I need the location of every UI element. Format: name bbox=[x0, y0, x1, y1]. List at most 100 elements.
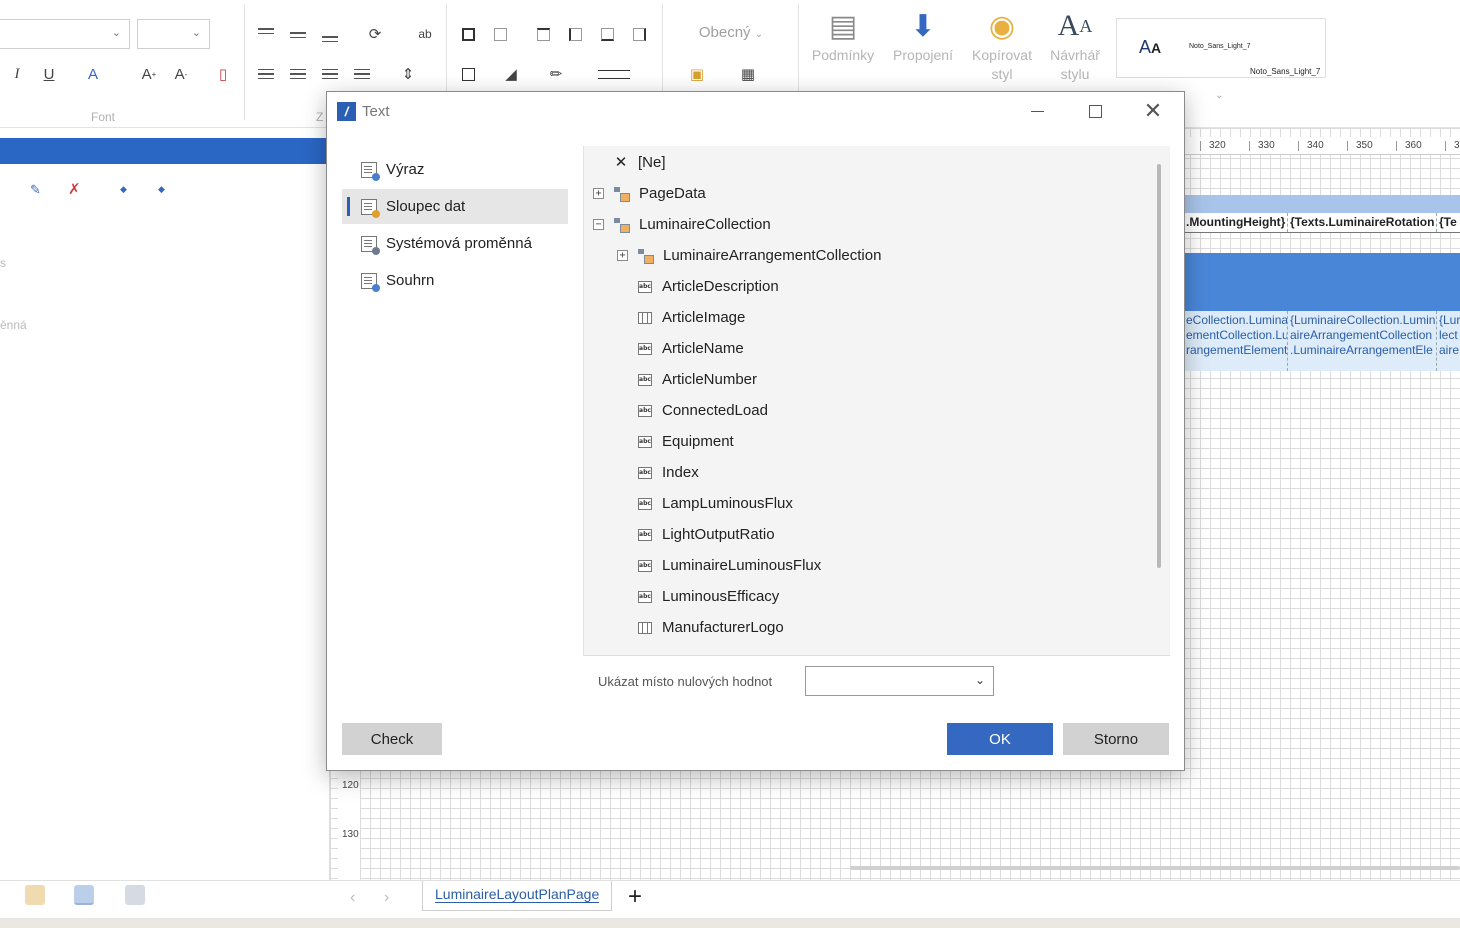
nav-item-system-variable[interactable]: Systémová proměnná bbox=[342, 226, 568, 261]
link-button[interactable]: ⬇ Propojení bbox=[888, 6, 958, 92]
align-bottom-icon[interactable] bbox=[319, 28, 341, 50]
align-middle-icon[interactable] bbox=[287, 24, 309, 46]
rotate-icon[interactable]: ⟳ bbox=[364, 23, 386, 45]
minimize-icon[interactable] bbox=[1019, 97, 1055, 125]
tree-item[interactable]: [Ne] bbox=[614, 147, 666, 178]
data-cell[interactable]: {Lur lect aire bbox=[1438, 311, 1460, 371]
align-left-icon[interactable] bbox=[255, 63, 277, 85]
horizontal-scrollbar[interactable] bbox=[850, 866, 1460, 870]
style-gallery[interactable]: AA Noto_Sans_Light_7 Noto_Sans_Light_7 bbox=[1116, 18, 1326, 78]
tree-item[interactable]: + PageData bbox=[593, 178, 706, 209]
expand-icon[interactable]: + bbox=[617, 250, 628, 261]
bottom-folder-icon[interactable] bbox=[25, 885, 45, 905]
nav-item-data-column[interactable]: Sloupec dat bbox=[342, 189, 568, 224]
tree-item[interactable]: ArticleNumber bbox=[638, 364, 757, 395]
column-header[interactable]: {Te bbox=[1438, 213, 1460, 232]
maximize-icon[interactable] bbox=[1077, 97, 1113, 125]
left-toolbar-delete-icon[interactable]: ✗ bbox=[68, 180, 81, 198]
nav-item-expression[interactable]: Výraz bbox=[342, 152, 568, 187]
border-none-icon[interactable] bbox=[489, 23, 511, 45]
font-size-select[interactable]: ⌄ bbox=[137, 19, 210, 49]
currency-icon[interactable]: ▣ bbox=[686, 63, 708, 85]
tree-item[interactable]: − LuminaireCollection bbox=[593, 209, 771, 240]
wordwrap-icon[interactable]: ab bbox=[414, 23, 436, 45]
tree-item[interactable]: LuminaireLuminousFlux bbox=[638, 550, 821, 581]
text-field-icon bbox=[638, 342, 652, 355]
collapse-icon[interactable]: − bbox=[593, 219, 604, 230]
tree-item[interactable]: LightOutputRatio bbox=[638, 519, 775, 550]
tree-item[interactable]: ArticleDescription bbox=[638, 271, 779, 302]
page-tab[interactable]: LuminaireLayoutPlanPage bbox=[422, 881, 613, 911]
data-cell[interactable]: eCollection.Luminai ementCollection.Lu r… bbox=[1185, 311, 1288, 371]
border-left-icon[interactable] bbox=[564, 23, 586, 45]
band-group[interactable] bbox=[1185, 253, 1460, 311]
grow-font-icon[interactable]: A + bbox=[138, 63, 160, 85]
band-column-headers[interactable]: .MountingHeight} {Texts.LuminaireRotatio… bbox=[1185, 213, 1460, 233]
tree-item[interactable]: ArticleName bbox=[638, 333, 744, 364]
tree-item[interactable]: LampLuminousFlux bbox=[638, 488, 793, 519]
justify-icon[interactable] bbox=[351, 63, 373, 85]
ok-button[interactable]: OK bbox=[947, 723, 1053, 755]
copy-style-button[interactable]: ◉ Kopírovat styl bbox=[967, 6, 1037, 92]
bottom-edit-icon[interactable] bbox=[74, 885, 94, 905]
close-icon[interactable]: ✕ bbox=[1135, 97, 1171, 125]
conditions-button[interactable]: ▤ Podmínky bbox=[808, 6, 878, 92]
chevron-down-icon: ⌄ bbox=[974, 673, 985, 687]
align-top-icon[interactable] bbox=[255, 20, 277, 42]
data-cell-line: {Lur bbox=[1439, 313, 1460, 327]
bottom-view-icon[interactable] bbox=[125, 885, 145, 905]
align-center-icon[interactable] bbox=[287, 63, 309, 85]
border-all-icon[interactable] bbox=[457, 23, 479, 45]
data-cell[interactable]: {LuminaireCollection.Lumin aireArrangeme… bbox=[1289, 311, 1437, 371]
tree-item[interactable]: ConnectedLoad bbox=[638, 395, 768, 426]
column-header[interactable]: {Texts.LuminaireRotation bbox=[1289, 213, 1437, 232]
dialog-title-bar[interactable]: / Text ✕ bbox=[327, 92, 1184, 130]
column-header[interactable]: .MountingHeight} bbox=[1185, 213, 1288, 232]
data-cell-line: {LuminaireCollection.Lumin bbox=[1290, 313, 1436, 327]
line-spacing-icon[interactable]: ⇕ bbox=[397, 63, 419, 85]
ruler-tick: 3 bbox=[1445, 140, 1460, 151]
tree-item-label: PageData bbox=[639, 185, 706, 202]
add-page-icon[interactable]: + bbox=[628, 883, 642, 911]
left-toolbar-edit-icon[interactable]: ✎ bbox=[30, 182, 41, 198]
tab-next-icon[interactable]: › bbox=[384, 889, 389, 907]
null-value-select[interactable]: ⌄ bbox=[805, 666, 994, 696]
border-style-icon[interactable] bbox=[598, 63, 630, 85]
left-toolbar-dot2-icon[interactable]: ◆ bbox=[158, 184, 165, 195]
text-field-icon bbox=[638, 280, 652, 293]
cancel-button[interactable]: Storno bbox=[1063, 723, 1169, 755]
expand-icon[interactable]: + bbox=[593, 188, 604, 199]
tree-item[interactable]: ManufacturerLogo bbox=[638, 612, 784, 643]
style-gallery-expand-icon[interactable]: ⌄ bbox=[1215, 90, 1223, 101]
font-family-select[interactable]: ⌄ bbox=[0, 19, 130, 49]
shrink-font-icon[interactable]: A- bbox=[170, 63, 192, 85]
border-color-icon[interactable]: ✏ bbox=[545, 63, 567, 85]
tree-item[interactable]: Index bbox=[638, 457, 699, 488]
border-sides-icon[interactable] bbox=[457, 63, 479, 85]
band-header[interactable] bbox=[1185, 195, 1460, 213]
tree-item[interactable]: + LuminaireArrangementCollection bbox=[617, 240, 881, 271]
tree-item[interactable]: ArticleImage bbox=[638, 302, 745, 333]
tree-scrollbar[interactable] bbox=[1157, 164, 1161, 568]
tree-item[interactable]: LuminousEfficacy bbox=[638, 581, 779, 612]
ruler-tick: 340 bbox=[1298, 140, 1324, 151]
border-right-icon[interactable] bbox=[628, 23, 650, 45]
band-data[interactable]: eCollection.Luminai ementCollection.Lu r… bbox=[1185, 311, 1460, 371]
border-top-icon[interactable] bbox=[532, 23, 554, 45]
underline-icon[interactable]: U bbox=[38, 63, 60, 85]
format-select[interactable]: Obecný ⌄ bbox=[676, 24, 786, 46]
font-color-icon[interactable]: A bbox=[82, 63, 104, 85]
tree-item[interactable]: Equipment bbox=[638, 426, 734, 457]
fill-color-icon[interactable]: ◢ bbox=[500, 63, 522, 85]
border-bottom-icon[interactable] bbox=[596, 23, 618, 45]
left-toolbar-dot-icon[interactable]: ◆ bbox=[120, 184, 127, 195]
tab-prev-icon[interactable]: ‹ bbox=[350, 889, 355, 907]
eraser-icon[interactable]: ▯ bbox=[212, 63, 234, 85]
italic-icon[interactable]: I bbox=[6, 63, 28, 85]
data-column-tree[interactable]: [Ne] + PageData − LuminaireCollection + Lumina… bbox=[583, 146, 1170, 655]
check-button[interactable]: Check bbox=[342, 723, 442, 755]
style-designer-button[interactable]: AA Návrhář stylu bbox=[1040, 6, 1110, 92]
align-right-icon[interactable] bbox=[319, 63, 341, 85]
format-table-icon[interactable]: ▦ bbox=[737, 63, 759, 85]
nav-item-summary[interactable]: Souhrn bbox=[342, 263, 568, 298]
